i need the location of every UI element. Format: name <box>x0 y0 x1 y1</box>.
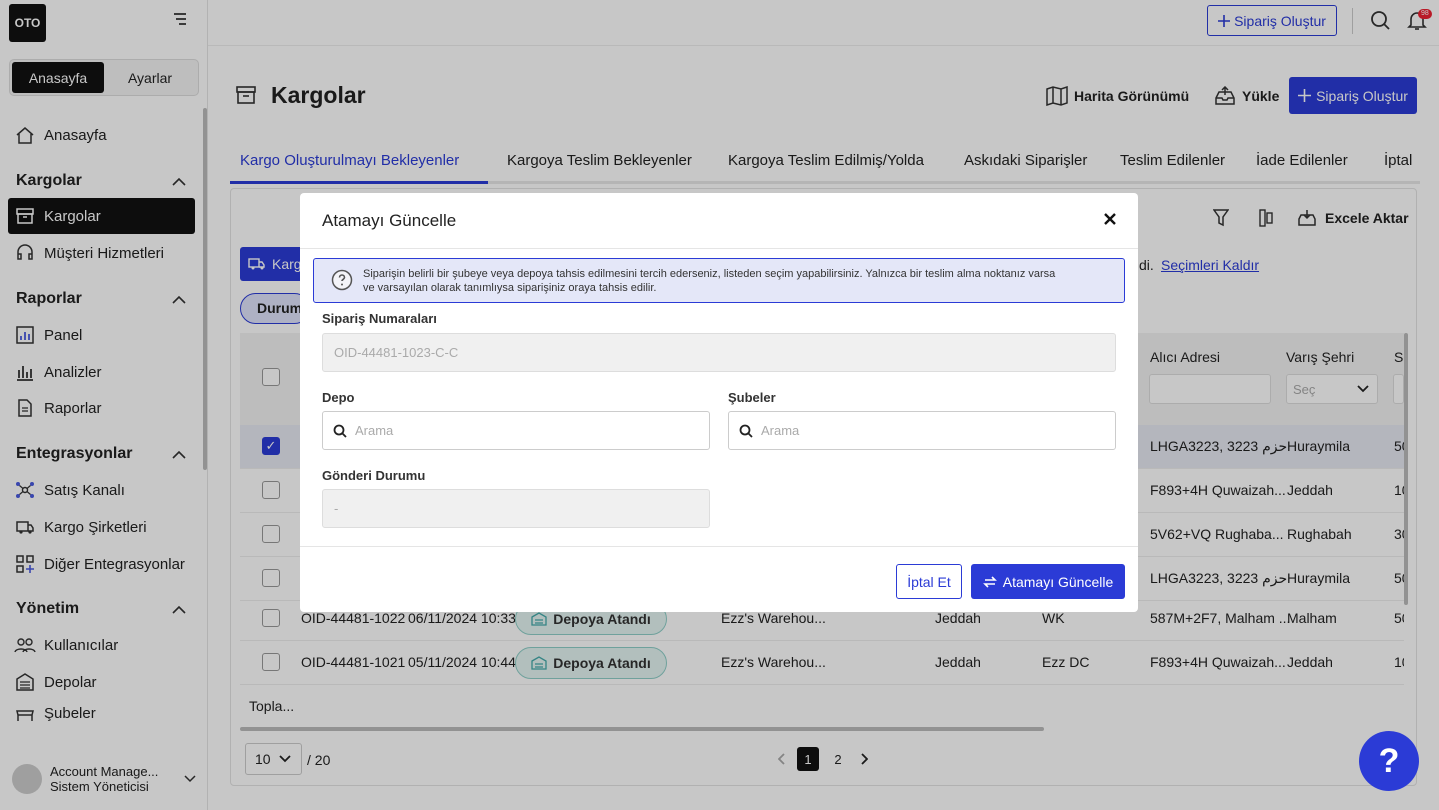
branches-label: Şubeler <box>728 390 776 405</box>
depot-search-input[interactable]: Arama <box>322 411 710 450</box>
shipment-status-value: - <box>334 501 339 516</box>
branch-placeholder: Arama <box>761 423 800 438</box>
branch-search-input[interactable]: Arama <box>728 411 1116 450</box>
swap-icon <box>982 575 997 589</box>
order-numbers-label: Sipariş Numaraları <box>322 311 437 326</box>
modal-title: Atamayı Güncelle <box>322 211 457 230</box>
info-alert: Siparişin belirli bir şubeye veya depoya… <box>313 258 1125 303</box>
shipment-status-label: Gönderi Durumu <box>322 468 426 483</box>
search-icon <box>739 424 753 438</box>
shipment-status-field: - <box>322 489 710 528</box>
close-icon[interactable] <box>1101 210 1119 228</box>
search-icon <box>333 424 347 438</box>
question-circle-icon <box>331 269 353 291</box>
update-assignment-button[interactable]: Atamayı Güncelle <box>971 564 1125 599</box>
help-button[interactable]: ? <box>1359 731 1419 791</box>
update-assignment-modal: Atamayı Güncelle Siparişin belirli bir ş… <box>300 193 1138 612</box>
button-label: Atamayı Güncelle <box>1002 573 1114 590</box>
info-text: Siparişin belirli bir şubeye veya depoya… <box>363 268 1056 294</box>
order-numbers-field: OID-44481-1023-C-C <box>322 333 1116 372</box>
depot-label: Depo <box>322 390 355 405</box>
modal-header: Atamayı Güncelle <box>300 193 1138 249</box>
cancel-button[interactable]: İptal Et <box>896 564 962 599</box>
order-numbers-value: OID-44481-1023-C-C <box>334 345 459 360</box>
depot-placeholder: Arama <box>355 423 394 438</box>
